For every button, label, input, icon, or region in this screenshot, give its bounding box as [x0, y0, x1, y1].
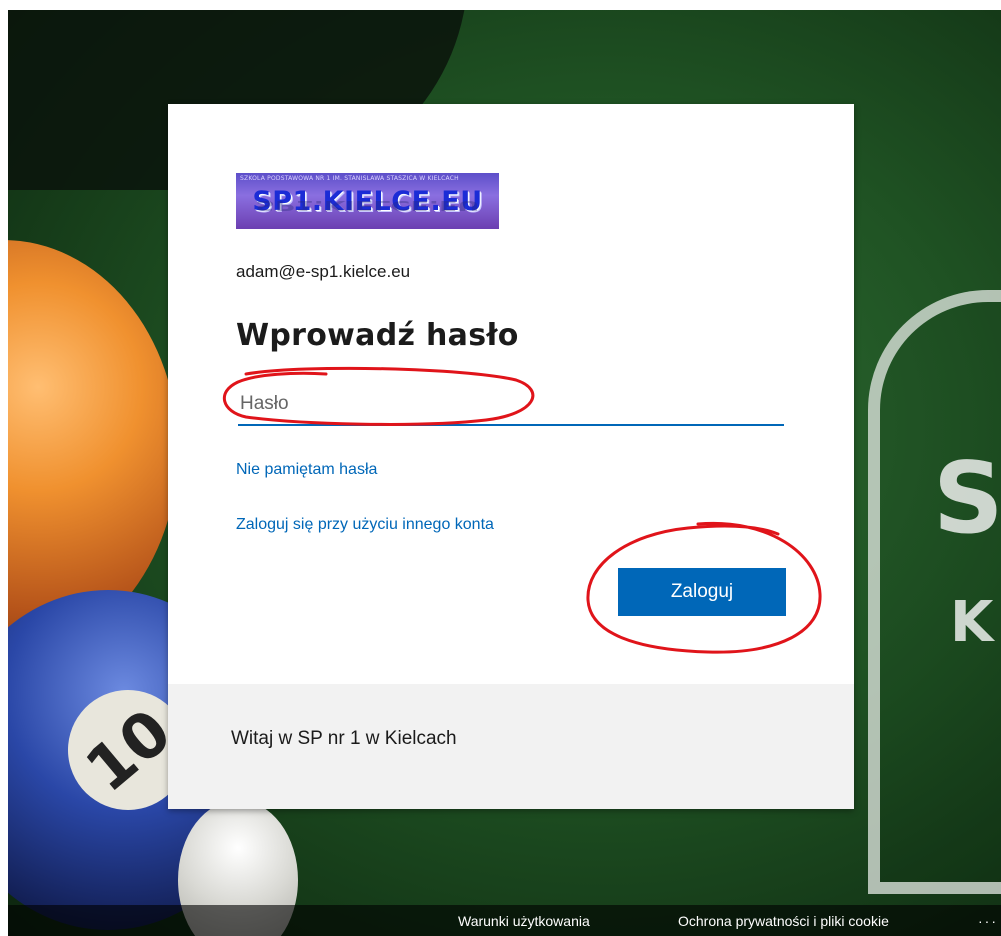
signin-card: SZKOLA PODSTAWOWA NR 1 IM. STANISLAWA ST… — [168, 104, 854, 809]
logo-reflection: SP1.KIELCE.EU — [255, 197, 480, 214]
password-input[interactable] — [238, 384, 784, 426]
privacy-link[interactable]: Ochrona prywatności i pliki cookie — [678, 913, 889, 929]
page-title: Wprowadź hasło — [236, 318, 519, 353]
shield-letter-s: S — [933, 442, 1001, 556]
forgot-password-link[interactable]: Nie pamiętam hasła — [236, 461, 377, 479]
other-account-link[interactable]: Zaloguj się przy użyciu innego konta — [236, 516, 494, 534]
terms-link[interactable]: Warunki użytkowania — [458, 913, 590, 929]
signin-button[interactable]: Zaloguj — [618, 568, 786, 616]
card-footer: Witaj w SP nr 1 w Kielcach — [168, 684, 854, 809]
school-logo: SZKOLA PODSTAWOWA NR 1 IM. STANISLAWA ST… — [236, 173, 499, 229]
shield-letter-k: K — [950, 590, 994, 655]
logo-subtext: SZKOLA PODSTAWOWA NR 1 IM. STANISLAWA ST… — [240, 175, 459, 182]
account-email: adam@e-sp1.kielce.eu — [236, 262, 411, 281]
more-options-link[interactable]: ··· — [978, 913, 998, 929]
welcome-text: Witaj w SP nr 1 w Kielcach — [231, 728, 457, 749]
page-footer: Warunki użytkowania Ochrona prywatności … — [8, 905, 1001, 936]
